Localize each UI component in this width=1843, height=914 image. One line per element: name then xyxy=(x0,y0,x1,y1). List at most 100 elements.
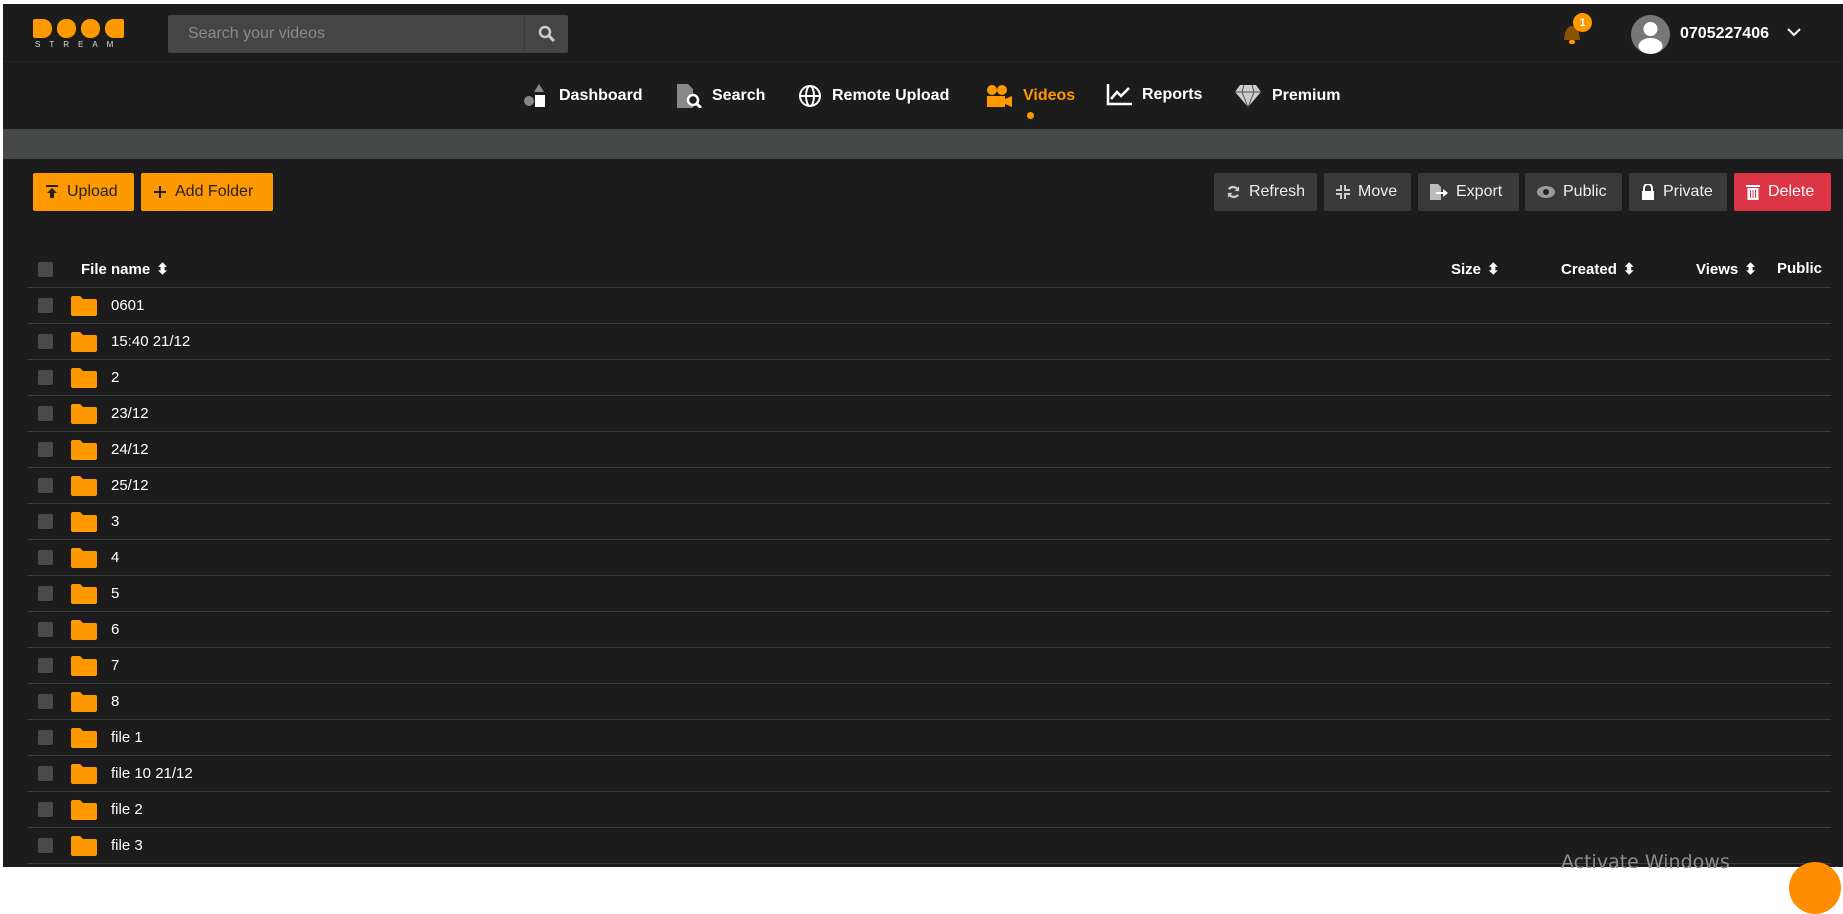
row-checkbox[interactable] xyxy=(38,550,53,565)
row-checkbox[interactable] xyxy=(38,658,53,673)
move-button[interactable]: Move xyxy=(1324,173,1411,211)
file-name[interactable]: 24/12 xyxy=(111,441,149,458)
doodstream-logo[interactable]: STREAM xyxy=(33,19,133,49)
delete-label: Delete xyxy=(1768,183,1815,200)
file-name[interactable]: 6 xyxy=(111,621,119,638)
row-checkbox[interactable] xyxy=(38,514,53,529)
column-file-name[interactable]: File name ⬍ xyxy=(81,260,169,279)
nav-dashboard[interactable]: Dashboard xyxy=(523,84,643,108)
file-list: 0601 15:40 21/12 2 23/12 24/12 25/12 3 4 5 6 7 8 fil… xyxy=(28,288,1831,864)
table-row[interactable]: file 2 xyxy=(28,792,1831,828)
file-name[interactable]: 3 xyxy=(111,513,119,530)
column-size[interactable]: Size ⬍ xyxy=(1451,260,1500,279)
column-label: Views xyxy=(1696,260,1739,278)
row-checkbox[interactable] xyxy=(38,298,53,313)
folder-icon xyxy=(71,584,97,604)
lock-icon xyxy=(1642,184,1654,200)
row-checkbox[interactable] xyxy=(38,802,53,817)
upload-button[interactable]: Upload xyxy=(33,173,134,211)
folder-icon xyxy=(71,296,97,316)
row-checkbox[interactable] xyxy=(38,586,53,601)
file-name[interactable]: file 3 xyxy=(111,837,143,854)
file-search-icon xyxy=(677,84,702,108)
row-checkbox[interactable] xyxy=(38,406,53,421)
row-checkbox[interactable] xyxy=(38,442,53,457)
sort-icon: ⬍ xyxy=(1622,261,1636,278)
table-row[interactable]: file 1 xyxy=(28,720,1831,756)
nav-search[interactable]: Search xyxy=(676,84,765,108)
row-checkbox[interactable] xyxy=(38,694,53,709)
table-row[interactable]: 2 xyxy=(28,360,1831,396)
nav-reports[interactable]: Reports xyxy=(1106,84,1202,106)
folder-icon xyxy=(71,548,97,568)
file-name[interactable]: 0601 xyxy=(111,297,144,314)
row-checkbox[interactable] xyxy=(38,478,53,493)
table-row[interactable]: 23/12 xyxy=(28,396,1831,432)
select-all-checkbox[interactable] xyxy=(38,262,53,277)
nav-label: Reports xyxy=(1142,86,1203,103)
notification-badge: 1 xyxy=(1573,13,1592,32)
username[interactable]: 0705227406 xyxy=(1680,25,1769,43)
avatar[interactable] xyxy=(1631,15,1670,54)
row-checkbox[interactable] xyxy=(38,766,53,781)
table-row[interactable]: 3 xyxy=(28,504,1831,540)
table-row[interactable]: 25/12 xyxy=(28,468,1831,504)
folder-icon xyxy=(71,512,97,532)
file-name[interactable]: file 2 xyxy=(111,801,143,818)
table-row[interactable]: 4 xyxy=(28,540,1831,576)
table-row[interactable]: 6 xyxy=(28,612,1831,648)
table-row[interactable]: file 10 21/12 xyxy=(28,756,1831,792)
row-checkbox[interactable] xyxy=(38,334,53,349)
table-row[interactable]: 5 xyxy=(28,576,1831,612)
public-button[interactable]: Public xyxy=(1525,173,1622,211)
file-name[interactable]: file 1 xyxy=(111,729,143,746)
chat-bubble-button[interactable] xyxy=(1789,862,1841,914)
search-input[interactable] xyxy=(168,25,524,43)
chevron-down-icon[interactable] xyxy=(1786,24,1802,40)
sort-icon: ⬍ xyxy=(1487,261,1500,278)
file-name[interactable]: 23/12 xyxy=(111,405,149,422)
private-button[interactable]: Private xyxy=(1629,173,1727,211)
row-checkbox[interactable] xyxy=(38,370,53,385)
folder-icon xyxy=(71,800,97,820)
folder-icon xyxy=(71,656,97,676)
column-views[interactable]: Views ⬍ xyxy=(1696,260,1757,279)
folder-icon xyxy=(71,440,97,460)
file-name[interactable]: 7 xyxy=(111,657,119,674)
column-created[interactable]: Created ⬍ xyxy=(1561,260,1636,279)
trash-icon xyxy=(1746,185,1760,200)
refresh-button[interactable]: Refresh xyxy=(1214,173,1317,211)
folder-icon xyxy=(71,692,97,712)
search-button[interactable] xyxy=(524,15,568,53)
file-name[interactable]: 2 xyxy=(111,369,119,386)
file-name[interactable]: 25/12 xyxy=(111,477,149,494)
row-checkbox[interactable] xyxy=(38,730,53,745)
nav-premium[interactable]: Premium xyxy=(1234,84,1340,108)
diamond-icon xyxy=(1235,84,1261,108)
export-button[interactable]: Export xyxy=(1418,173,1519,211)
file-name[interactable]: 4 xyxy=(111,549,119,566)
nav-remote-upload[interactable]: Remote Upload xyxy=(798,84,949,108)
row-checkbox[interactable] xyxy=(38,838,53,853)
nav-label: Premium xyxy=(1272,87,1341,104)
file-name[interactable]: 15:40 21/12 xyxy=(111,333,190,350)
file-name[interactable]: 8 xyxy=(111,693,119,710)
add-folder-button[interactable]: Add Folder xyxy=(141,173,273,211)
chart-icon xyxy=(1106,84,1132,106)
table-row[interactable]: 8 xyxy=(28,684,1831,720)
file-name[interactable]: 5 xyxy=(111,585,119,602)
upload-icon xyxy=(46,185,58,198)
table-row[interactable]: 0601 xyxy=(28,288,1831,324)
folder-icon xyxy=(71,728,97,748)
table-row[interactable]: 15:40 21/12 xyxy=(28,324,1831,360)
table-row[interactable]: 7 xyxy=(28,648,1831,684)
row-checkbox[interactable] xyxy=(38,622,53,637)
file-name[interactable]: file 10 21/12 xyxy=(111,765,193,782)
table-row[interactable]: 24/12 xyxy=(28,432,1831,468)
folder-icon xyxy=(71,476,97,496)
nav-label: Search xyxy=(712,87,766,104)
compress-icon xyxy=(1336,185,1350,199)
nav-videos[interactable]: Videos xyxy=(985,84,1075,108)
delete-button[interactable]: Delete xyxy=(1734,173,1831,211)
file-export-icon xyxy=(1430,184,1448,200)
